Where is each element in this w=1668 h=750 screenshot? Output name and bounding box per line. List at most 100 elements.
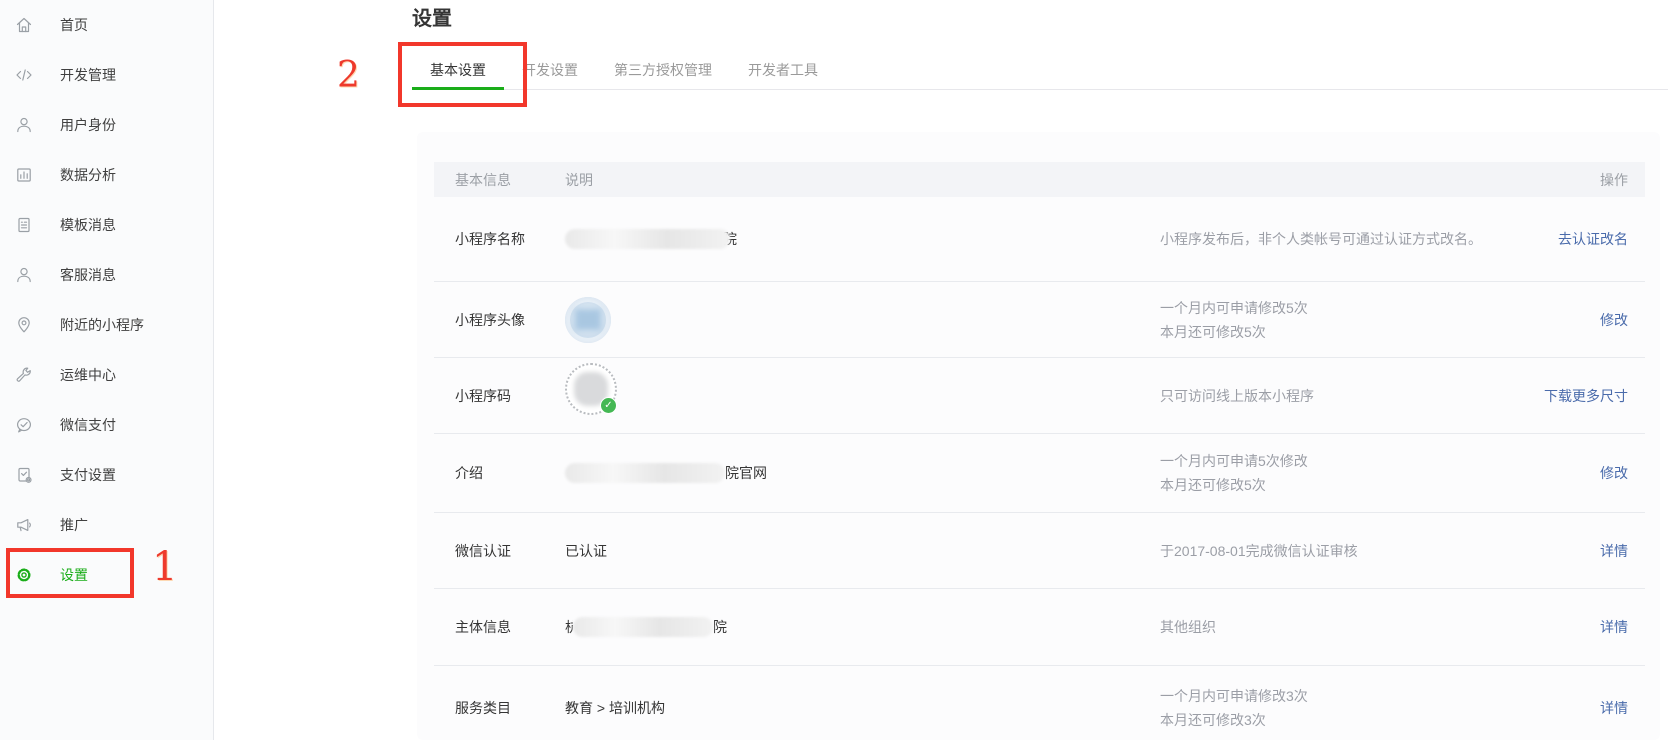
row-description-line: 一个月内可申请5次修改 [1160,449,1508,473]
row-description-line: 本月还可修改5次 [1160,320,1508,344]
page-title: 设置 [412,2,452,31]
sidebar-item-dev-management[interactable]: 开发管理 [0,50,213,100]
sidebar-item-template-message[interactable]: 模板消息 [0,200,213,250]
table-row: 介绍 院官网 一个月内可申请5次修改本月还可修改5次 修改 [434,433,1645,512]
row-action: 详情 [1600,698,1628,718]
redacted-suffix-text: 院 [713,617,727,637]
sidebar-item-nearby-mini-program[interactable]: 附近的小程序 [0,300,213,350]
sidebar-item-label: 设置 [60,565,88,585]
table-header-info: 基本信息 [455,170,565,190]
sidebar-item-label: 开发管理 [60,65,116,85]
tab-third-party-auth[interactable]: 第三方授权管理 [596,52,730,90]
sidebar-item-home[interactable]: 首页 [0,0,213,50]
row-description: 一个月内可申请修改3次本月还可修改3次 [1160,684,1508,732]
row-description-line: 一个月内可申请修改5次 [1160,296,1508,320]
tab-basic-settings[interactable]: 基本设置 [412,52,504,90]
redacted-value-blur [565,463,725,483]
table-header-action: 操作 [1600,170,1628,190]
row-label: 服务类目 [455,698,565,718]
row-description: 其他组织 [1160,615,1508,639]
sidebar-item-label: 微信支付 [60,415,116,435]
row-action-link[interactable]: 详情 [1600,700,1628,716]
sidebar-item-label: 首页 [60,15,88,35]
sidebar-item-label: 运维中心 [60,365,116,385]
location-pin-icon [15,316,33,334]
row-description: 一个月内可申请修改5次本月还可修改5次 [1160,296,1508,344]
row-action-link[interactable]: 下载更多尺寸 [1544,388,1628,404]
row-label: 小程序名称 [455,229,565,249]
table-row: 小程序码 只可访问线上版本小程序 下载更多尺寸 [434,357,1645,433]
table-row: 微信认证已认证于2017-08-01完成微信认证审核详情 [434,512,1645,588]
sidebar-item-payment-settings[interactable]: 支付设置 [0,450,213,500]
row-description: 一个月内可申请5次修改本月还可修改5次 [1160,449,1508,497]
wrench-icon [15,366,33,384]
table-row: 主体信息杭院其他组织详情 [434,588,1645,665]
sidebar-item-data-analysis[interactable]: 数据分析 [0,150,213,200]
tab-developer-tools[interactable]: 开发者工具 [730,52,836,90]
row-label: 小程序头像 [455,310,565,330]
sidebar-nav: 首页开发管理用户身份数据分析模板消息客服消息附近的小程序运维中心微信支付支付设置… [0,0,214,740]
sidebar-item-label: 客服消息 [60,265,116,285]
template-message-icon [15,216,33,234]
sidebar-item-ops-center[interactable]: 运维中心 [0,350,213,400]
row-value: 已认证 [565,541,1160,561]
table-header-desc: 说明 [565,170,1160,190]
home-icon [15,16,33,34]
sidebar-item-label: 数据分析 [60,165,116,185]
row-description: 只可访问线上版本小程序 [1160,384,1508,408]
table-row: 服务类目教育 > 培训机构一个月内可申请修改3次本月还可修改3次 详情 [434,665,1645,750]
row-action-link[interactable]: 修改 [1600,465,1628,481]
row-description: 于2017-08-01完成微信认证审核 [1160,539,1508,563]
annotation-number-1: 1 [152,544,177,590]
row-action: 修改 [1600,463,1628,483]
customer-service-icon [15,266,33,284]
row-action: 下载更多尺寸 [1544,386,1628,406]
sidebar-item-user-identity[interactable]: 用户身份 [0,100,213,150]
row-description: 小程序发布后，非个人类帐号可通过认证方式改名。 [1160,227,1508,251]
row-description-line: 本月还可修改5次 [1160,473,1508,497]
megaphone-icon [15,516,33,534]
sidebar-item-label: 附近的小程序 [60,315,144,335]
row-action: 修改 [1600,310,1628,330]
redacted-suffix-text: 院官网 [725,463,767,483]
sidebar-item-label: 模板消息 [60,215,116,235]
user-icon [15,116,33,134]
row-action: 去认证改名 [1558,229,1628,249]
row-description-line: 本月还可修改3次 [1160,708,1508,732]
table-row: 小程序名称院小程序发布后，非个人类帐号可通过认证方式改名。去认证改名 [434,197,1645,281]
row-description-line: 只可访问线上版本小程序 [1160,384,1508,408]
row-label: 介绍 [455,463,565,483]
annotation-number-2: 2 [337,55,360,96]
code-icon [15,66,33,84]
row-value [565,297,1160,343]
bar-chart-icon [15,166,33,184]
sidebar-item-promotion[interactable]: 推广 [0,500,213,550]
row-value [565,377,1160,415]
tab-bar: 基本设置开发设置第三方授权管理开发者工具 [412,52,1668,90]
row-action-link[interactable]: 详情 [1600,619,1628,635]
row-action-link[interactable]: 修改 [1600,312,1628,328]
row-action-link[interactable]: 详情 [1600,543,1628,559]
row-description-line: 于2017-08-01完成微信认证审核 [1160,539,1508,563]
sidebar-item-wechat-pay[interactable]: 微信支付 [0,400,213,450]
sidebar-item-label: 用户身份 [60,115,116,135]
row-action-link[interactable]: 去认证改名 [1558,231,1628,247]
sidebar-item-label: 推广 [60,515,88,535]
tab-dev-settings[interactable]: 开发设置 [504,52,596,90]
table-header-row: 基本信息 说明 操作 [434,162,1645,197]
payment-settings-icon [15,466,33,484]
sidebar-item-settings[interactable]: 设置 [0,550,213,600]
row-description-line: 其他组织 [1160,615,1508,639]
row-value: 院官网 [565,463,1160,483]
row-action: 详情 [1600,541,1628,561]
wechat-pay-icon [15,416,33,434]
row-description-line: 小程序发布后，非个人类帐号可通过认证方式改名。 [1160,227,1508,251]
row-label: 小程序码 [455,386,565,406]
row-action: 详情 [1600,617,1628,637]
mini-program-qrcode-image [565,363,617,415]
gear-icon [15,566,33,584]
mini-program-avatar-image [565,297,611,343]
sidebar-item-customer-service[interactable]: 客服消息 [0,250,213,300]
row-value: 教育 > 培训机构 [565,698,1160,718]
redacted-value-blur [565,229,730,249]
